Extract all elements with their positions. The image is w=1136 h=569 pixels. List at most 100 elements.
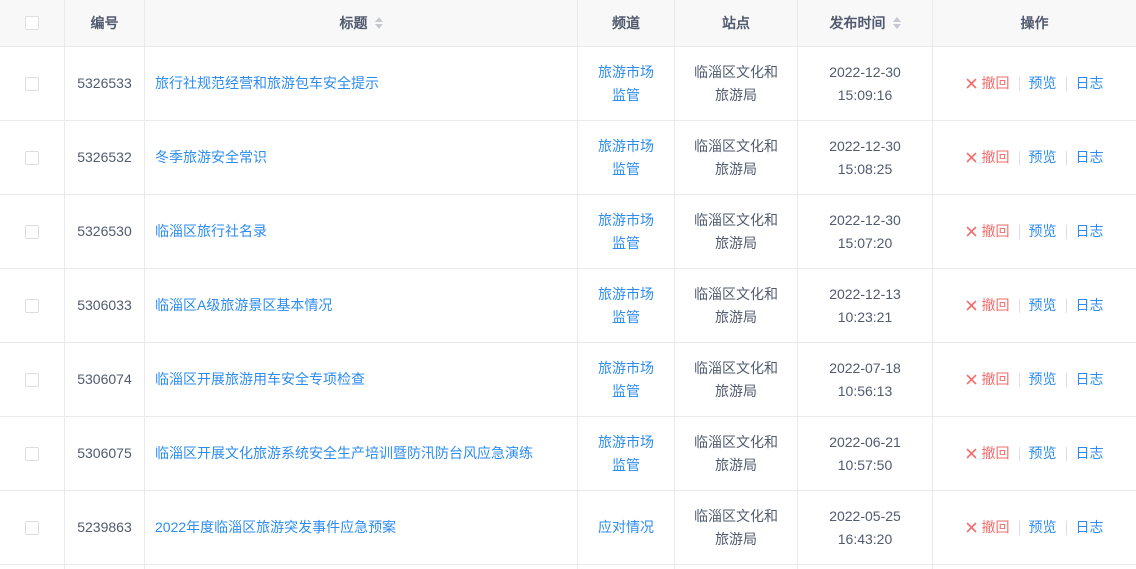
revoke-label: 撤回 — [982, 516, 1010, 539]
log-button[interactable]: 日志 — [1076, 368, 1104, 391]
article-id: 5306075 — [77, 442, 132, 465]
preview-button[interactable]: 预览 — [1029, 294, 1057, 317]
article-title-link[interactable]: 2022年度临淄区旅游突发事件应急预案 — [155, 516, 396, 539]
sort-publish-time-icon[interactable] — [893, 17, 901, 29]
cell-id: 5239863 — [65, 491, 145, 564]
cell-id: 5326532 — [65, 121, 145, 194]
header-cell-site: 站点 — [675, 0, 798, 46]
cell-actions: 撤回 预览 日志 — [933, 269, 1136, 342]
article-title-link[interactable]: 临淄区开展文化旅游系统安全生产培训暨防汛防台风应急演练 — [155, 442, 533, 465]
publish-time: 2022-05-25 16:43:20 — [808, 505, 922, 551]
cell-channel: 旅游市场监管 — [578, 343, 675, 416]
log-button[interactable]: 日志 — [1076, 220, 1104, 243]
row-checkbox[interactable] — [25, 521, 39, 535]
action-divider — [1019, 447, 1020, 461]
cell-site: 临淄区文化和旅游局 — [675, 491, 798, 564]
cell-actions: 撤回 预览 日志 — [933, 491, 1136, 564]
cell-channel: 应对情况 — [578, 491, 675, 564]
action-divider — [1019, 299, 1020, 313]
revoke-button[interactable]: 撤回 — [966, 72, 1010, 95]
preview-button[interactable]: 预览 — [1029, 516, 1057, 539]
preview-button[interactable]: 预览 — [1029, 368, 1057, 391]
cell-actions: 撤回 预览 日志 — [933, 417, 1136, 490]
article-id: 5239863 — [77, 516, 132, 539]
publish-time: 2022-12-30 15:09:16 — [808, 61, 922, 107]
revoke-label: 撤回 — [982, 368, 1010, 391]
channel-link[interactable]: 旅游市场监管 — [592, 135, 660, 181]
header-cell-publish-time: 发布时间 — [798, 0, 933, 46]
cell-id: 5326530 — [65, 195, 145, 268]
x-icon — [966, 522, 977, 533]
cell-channel: 旅游市场监管 — [578, 121, 675, 194]
revoke-button[interactable]: 撤回 — [966, 220, 1010, 243]
article-title-link[interactable]: 旅行社规范经营和旅游包车安全提示 — [155, 72, 379, 95]
cell-title: 临淄区开展文化旅游系统安全生产培训暨防汛防台风应急演练 — [145, 417, 578, 490]
channel-link[interactable]: 旅游市场监管 — [592, 283, 660, 329]
revoke-label: 撤回 — [982, 72, 1010, 95]
channel-link[interactable]: 应对情况 — [598, 516, 654, 539]
row-checkbox[interactable] — [25, 373, 39, 387]
article-title-link[interactable]: 临淄区旅行社名录 — [155, 220, 267, 243]
log-button[interactable]: 日志 — [1076, 146, 1104, 169]
article-id: 5326530 — [77, 220, 132, 243]
revoke-button[interactable]: 撤回 — [966, 516, 1010, 539]
channel-link[interactable]: 旅游市场监管 — [592, 431, 660, 477]
article-id: 5326532 — [77, 146, 132, 169]
action-divider — [1019, 151, 1020, 165]
preview-button[interactable]: 预览 — [1029, 146, 1057, 169]
column-header-publish-time: 发布时间 — [830, 12, 886, 35]
preview-button[interactable]: 预览 — [1029, 72, 1057, 95]
row-checkbox[interactable] — [25, 151, 39, 165]
revoke-button[interactable]: 撤回 — [966, 294, 1010, 317]
table-body: 5326533 旅行社规范经营和旅游包车安全提示 旅游市场监管 临淄区文化和旅游… — [0, 47, 1136, 565]
cell-publish-time: 2022-05-25 16:43:20 — [798, 491, 933, 564]
publish-time: 2022-12-13 10:23:21 — [808, 283, 922, 329]
log-button[interactable]: 日志 — [1076, 442, 1104, 465]
log-button[interactable]: 日志 — [1076, 516, 1104, 539]
revoke-button[interactable]: 撤回 — [966, 442, 1010, 465]
cell-id: 5306075 — [65, 417, 145, 490]
cell-id: 5306074 — [65, 343, 145, 416]
channel-link[interactable]: 旅游市场监管 — [592, 209, 660, 255]
channel-link[interactable]: 旅游市场监管 — [592, 357, 660, 403]
cell-title: 临淄区开展旅游用车安全专项检查 — [145, 343, 578, 416]
x-icon — [966, 448, 977, 459]
article-title-link[interactable]: 冬季旅游安全常识 — [155, 146, 267, 169]
site-name: 临淄区文化和旅游局 — [688, 505, 784, 551]
cell-actions: 撤回 预览 日志 — [933, 343, 1136, 416]
caret-down-icon — [893, 24, 901, 29]
article-title-link[interactable]: 临淄区开展旅游用车安全专项检查 — [155, 368, 365, 391]
site-name: 临淄区文化和旅游局 — [688, 357, 784, 403]
table-row: 5326532 冬季旅游安全常识 旅游市场监管 临淄区文化和旅游局 2022-1… — [0, 121, 1136, 195]
revoke-label: 撤回 — [982, 442, 1010, 465]
row-checkbox[interactable] — [25, 299, 39, 313]
cell-publish-time: 2022-06-21 10:57:50 — [798, 417, 933, 490]
column-header-site: 站点 — [722, 12, 750, 35]
log-button[interactable]: 日志 — [1076, 72, 1104, 95]
table-row: 5306033 临淄区A级旅游景区基本情况 旅游市场监管 临淄区文化和旅游局 2… — [0, 269, 1136, 343]
log-button[interactable]: 日志 — [1076, 294, 1104, 317]
cell-title: 临淄区A级旅游景区基本情况 — [145, 269, 578, 342]
row-checkbox[interactable] — [25, 225, 39, 239]
caret-down-icon — [375, 24, 383, 29]
row-checkbox[interactable] — [25, 447, 39, 461]
revoke-button[interactable]: 撤回 — [966, 146, 1010, 169]
channel-link[interactable]: 旅游市场监管 — [592, 61, 660, 107]
x-icon — [966, 374, 977, 385]
cell-site: 临淄区文化和旅游局 — [675, 195, 798, 268]
x-icon — [966, 152, 977, 163]
cell-checkbox — [0, 491, 65, 564]
action-divider — [1019, 77, 1020, 91]
action-divider — [1019, 225, 1020, 239]
cell-site: 临淄区文化和旅游局 — [675, 269, 798, 342]
revoke-button[interactable]: 撤回 — [966, 368, 1010, 391]
header-cell-actions: 操作 — [933, 0, 1136, 46]
cell-id: 5306033 — [65, 269, 145, 342]
preview-button[interactable]: 预览 — [1029, 442, 1057, 465]
sort-title-icon[interactable] — [375, 17, 383, 29]
article-title-link[interactable]: 临淄区A级旅游景区基本情况 — [155, 294, 332, 317]
cell-channel: 旅游市场监管 — [578, 47, 675, 120]
preview-button[interactable]: 预览 — [1029, 220, 1057, 243]
row-checkbox[interactable] — [25, 77, 39, 91]
select-all-checkbox[interactable] — [25, 16, 39, 30]
